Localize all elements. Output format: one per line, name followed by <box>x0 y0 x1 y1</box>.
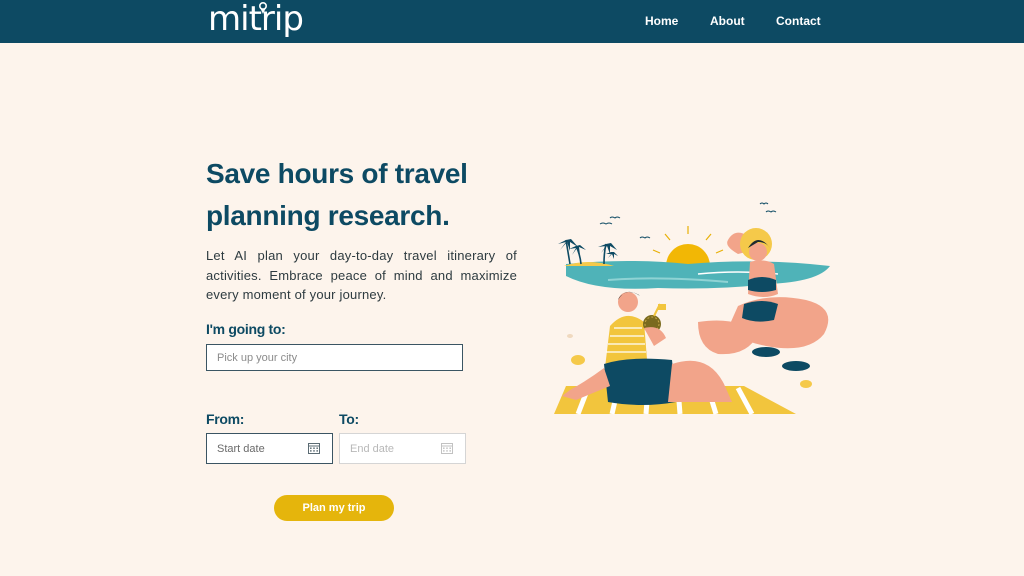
nav-link-home[interactable]: Home <box>645 13 678 29</box>
plan-trip-button[interactable]: Plan my trip <box>274 495 394 521</box>
from-label: From: <box>206 411 245 427</box>
nav-link-about[interactable]: About <box>710 13 745 29</box>
to-label: To: <box>339 411 359 427</box>
start-date-field[interactable] <box>206 433 333 464</box>
calendar-icon[interactable] <box>441 442 453 454</box>
start-date-input[interactable] <box>207 434 307 463</box>
beach-illustration <box>554 202 830 416</box>
nav-link-contact[interactable]: Contact <box>776 13 821 29</box>
location-pin-icon <box>259 2 267 14</box>
end-date-field[interactable] <box>339 433 466 464</box>
hero-description: Let AI plan your day-to-day travel itine… <box>206 248 517 302</box>
page-title: Save hours of travel planning research. <box>206 158 468 231</box>
calendar-icon[interactable] <box>308 442 320 454</box>
navbar: mitrip Home About Contact <box>0 0 1024 43</box>
logo[interactable]: mitrip <box>208 0 304 40</box>
destination-label: I'm going to: <box>206 321 286 337</box>
destination-input[interactable] <box>206 344 463 371</box>
end-date-input[interactable] <box>340 434 440 463</box>
